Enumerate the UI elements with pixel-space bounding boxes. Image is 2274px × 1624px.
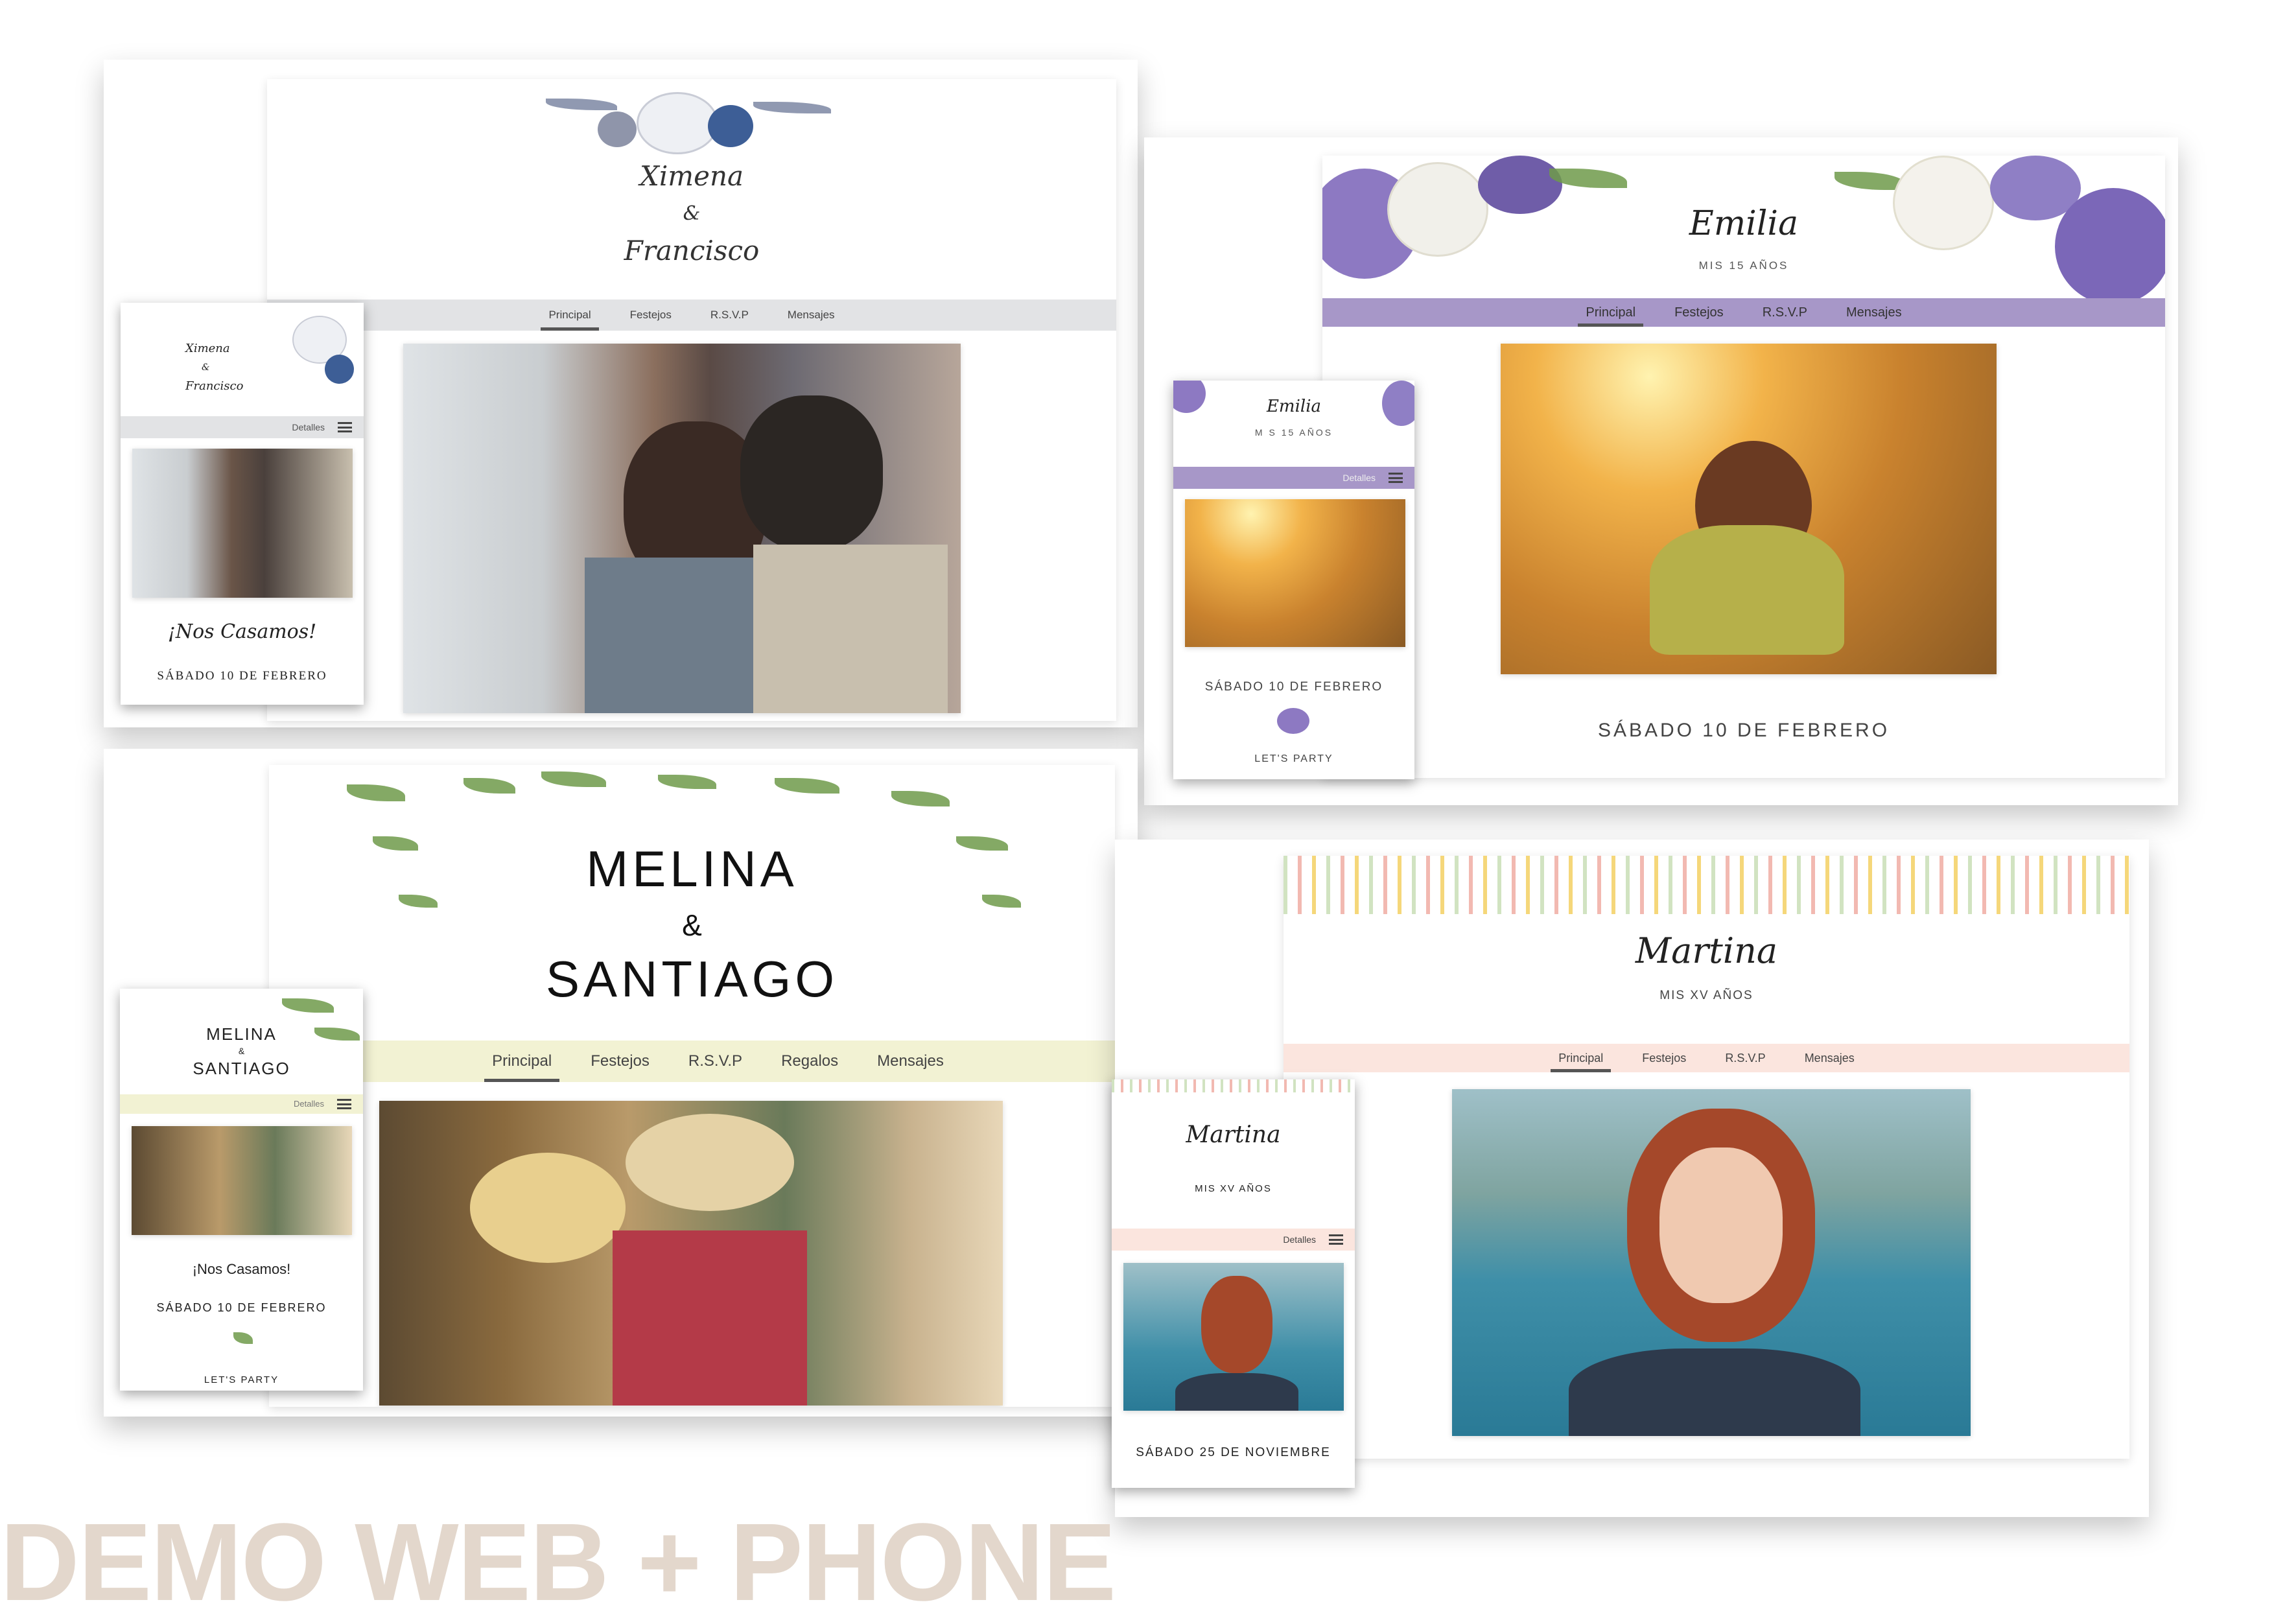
nav-mensajes[interactable]: Mensajes	[1827, 298, 1921, 327]
phone-cta[interactable]: LET'S PARTY	[1173, 753, 1414, 765]
nav-rsvp[interactable]: R.S.V.P	[691, 300, 768, 331]
phone-menu-bar[interactable]: Detalles	[120, 1094, 363, 1114]
nav-rsvp[interactable]: R.S.V.P	[669, 1041, 762, 1082]
floral-corner-decoration	[266, 303, 364, 400]
phone-couple-photo	[132, 449, 353, 598]
main-nav: Principal Festejos R.S.V.P Mensajes	[267, 300, 1116, 331]
floral-header-decoration	[539, 86, 838, 170]
couple-photo	[403, 344, 961, 713]
nav-mensajes[interactable]: Mensajes	[858, 1041, 963, 1082]
menu-label: Detalles	[1342, 473, 1376, 483]
phone-date: SÁBADO 10 DE FEBRERO	[157, 669, 327, 683]
nav-festejos[interactable]: Festejos	[1655, 298, 1743, 327]
hamburger-icon[interactable]	[1389, 473, 1403, 483]
melina-phone: MELINA & SANTIAGO Detalles ¡Nos Casamos!…	[120, 989, 363, 1391]
couple-name-1: MELINA	[586, 840, 798, 897]
event-date: SÁBADO 10 DE FEBRERO	[1597, 720, 1890, 741]
main-nav: Principal Festejos R.S.V.P Mensajes	[1322, 298, 2165, 327]
nav-festejos[interactable]: Festejos	[571, 1041, 669, 1082]
nav-principal[interactable]: Principal	[1566, 298, 1655, 327]
main-nav: Principal Festejos R.S.V.P Mensajes	[1284, 1044, 2129, 1072]
ximena-phone: Ximena & Francisco Detalles ¡Nos Casamos…	[121, 303, 364, 705]
phone-name-1: Ximena	[185, 342, 230, 355]
melina-demo-card: MELINA & SANTIAGO Principal Festejos R.S…	[104, 749, 1138, 1417]
phone-name-2: Francisco	[185, 379, 244, 393]
menu-label: Detalles	[292, 422, 325, 432]
phone-menu-bar[interactable]: Detalles	[1173, 467, 1414, 489]
martina-phone: Martina MIS XV AÑOS Detalles SÁBADO 25 D…	[1112, 1079, 1355, 1488]
melina-desktop-site: MELINA & SANTIAGO Principal Festejos R.S…	[269, 765, 1115, 1407]
couple-bike-photo	[379, 1101, 1003, 1406]
phone-quince-name: Martina	[1186, 1122, 1281, 1148]
hamburger-icon[interactable]	[1329, 1234, 1343, 1245]
ximena-demo-card: Ximena & Francisco Principal Festejos R.…	[104, 60, 1138, 727]
quince-name: Martina	[1635, 930, 1778, 971]
martina-demo-card: Martina MIS XV AÑOS Principal Festejos R…	[1112, 840, 2149, 1517]
ampersand: &	[683, 202, 701, 225]
phone-tagline: ¡Nos Casamos!	[192, 1261, 291, 1277]
nav-principal[interactable]: Principal	[473, 1041, 571, 1082]
phone-menu-bar[interactable]: Detalles	[121, 416, 364, 438]
phone-girl-photo	[1185, 499, 1405, 647]
nav-rsvp[interactable]: R.S.V.P	[1706, 1044, 1785, 1072]
nav-mensajes[interactable]: Mensajes	[1785, 1044, 1874, 1072]
leaf-ornament-icon	[233, 1332, 253, 1344]
mini-flowers-garland	[1112, 1079, 1355, 1092]
phone-name-2: SANTIAGO	[193, 1059, 290, 1078]
emilia-phone: Emilia M S 15 AÑOS Detalles SÁBADO 10 DE…	[1173, 381, 1414, 779]
phone-quince-name: Emilia	[1266, 397, 1322, 416]
phone-cta[interactable]: LET'S PARTY	[120, 1374, 363, 1385]
phone-date: SÁBADO 10 DE FEBRERO	[1204, 680, 1383, 694]
couple-name-1: Ximena	[639, 160, 744, 192]
girl-field-photo	[1501, 344, 1997, 674]
quince-subtitle: MIS XV AÑOS	[1659, 989, 1753, 1002]
phone-subtitle: MIS XV AÑOS	[1195, 1183, 1272, 1194]
phone-redhead-photo	[1123, 1263, 1344, 1411]
quince-name: Emilia	[1689, 204, 1799, 243]
phone-couple-photo	[132, 1126, 352, 1235]
nav-festejos[interactable]: Festejos	[611, 300, 691, 331]
phone-name-1: MELINA	[206, 1024, 277, 1044]
nav-rsvp[interactable]: R.S.V.P	[1743, 298, 1827, 327]
martina-desktop-site: Martina MIS XV AÑOS Principal Festejos R…	[1284, 856, 2129, 1459]
nav-principal[interactable]: Principal	[1539, 1044, 1623, 1072]
couple-name-2: Francisco	[624, 235, 760, 266]
phone-tagline: ¡Nos Casamos!	[167, 620, 317, 643]
menu-label: Detalles	[1283, 1234, 1316, 1245]
nav-mensajes[interactable]: Mensajes	[768, 300, 854, 331]
phone-ampersand: &	[238, 1046, 245, 1056]
mini-flowers-garland	[1284, 856, 2129, 914]
phone-menu-bar[interactable]: Detalles	[1112, 1229, 1355, 1251]
ampersand: &	[682, 908, 702, 942]
redhead-portrait-photo	[1452, 1089, 1971, 1436]
phone-subtitle: M S 15 AÑOS	[1254, 427, 1333, 438]
hamburger-icon[interactable]	[337, 1099, 351, 1109]
quince-subtitle: MIS 15 AÑOS	[1698, 259, 1789, 272]
main-nav: Principal Festejos R.S.V.P Regalos Mensa…	[269, 1041, 1115, 1082]
emilia-demo-card: Emilia MIS 15 AÑOS Principal Festejos R.…	[1144, 137, 2178, 805]
flower-ornament-icon	[1277, 708, 1309, 734]
hamburger-icon[interactable]	[338, 422, 352, 432]
nav-principal[interactable]: Principal	[529, 300, 610, 331]
menu-label: Detalles	[294, 1099, 324, 1109]
demo-headline: DEMO WEB + PHONE	[0, 1501, 1116, 1624]
emilia-desktop-site: Emilia MIS 15 AÑOS Principal Festejos R.…	[1322, 156, 2165, 778]
nav-festejos[interactable]: Festejos	[1623, 1044, 1706, 1072]
phone-date: SÁBADO 10 DE FEBRERO	[156, 1301, 327, 1314]
nav-regalos[interactable]: Regalos	[762, 1041, 858, 1082]
ximena-desktop-site: Ximena & Francisco Principal Festejos R.…	[267, 79, 1116, 721]
phone-ampersand: &	[202, 362, 210, 373]
couple-name-2: SANTIAGO	[545, 950, 839, 1007]
phone-date: SÁBADO 25 DE NOVIEMBRE	[1136, 1446, 1331, 1459]
